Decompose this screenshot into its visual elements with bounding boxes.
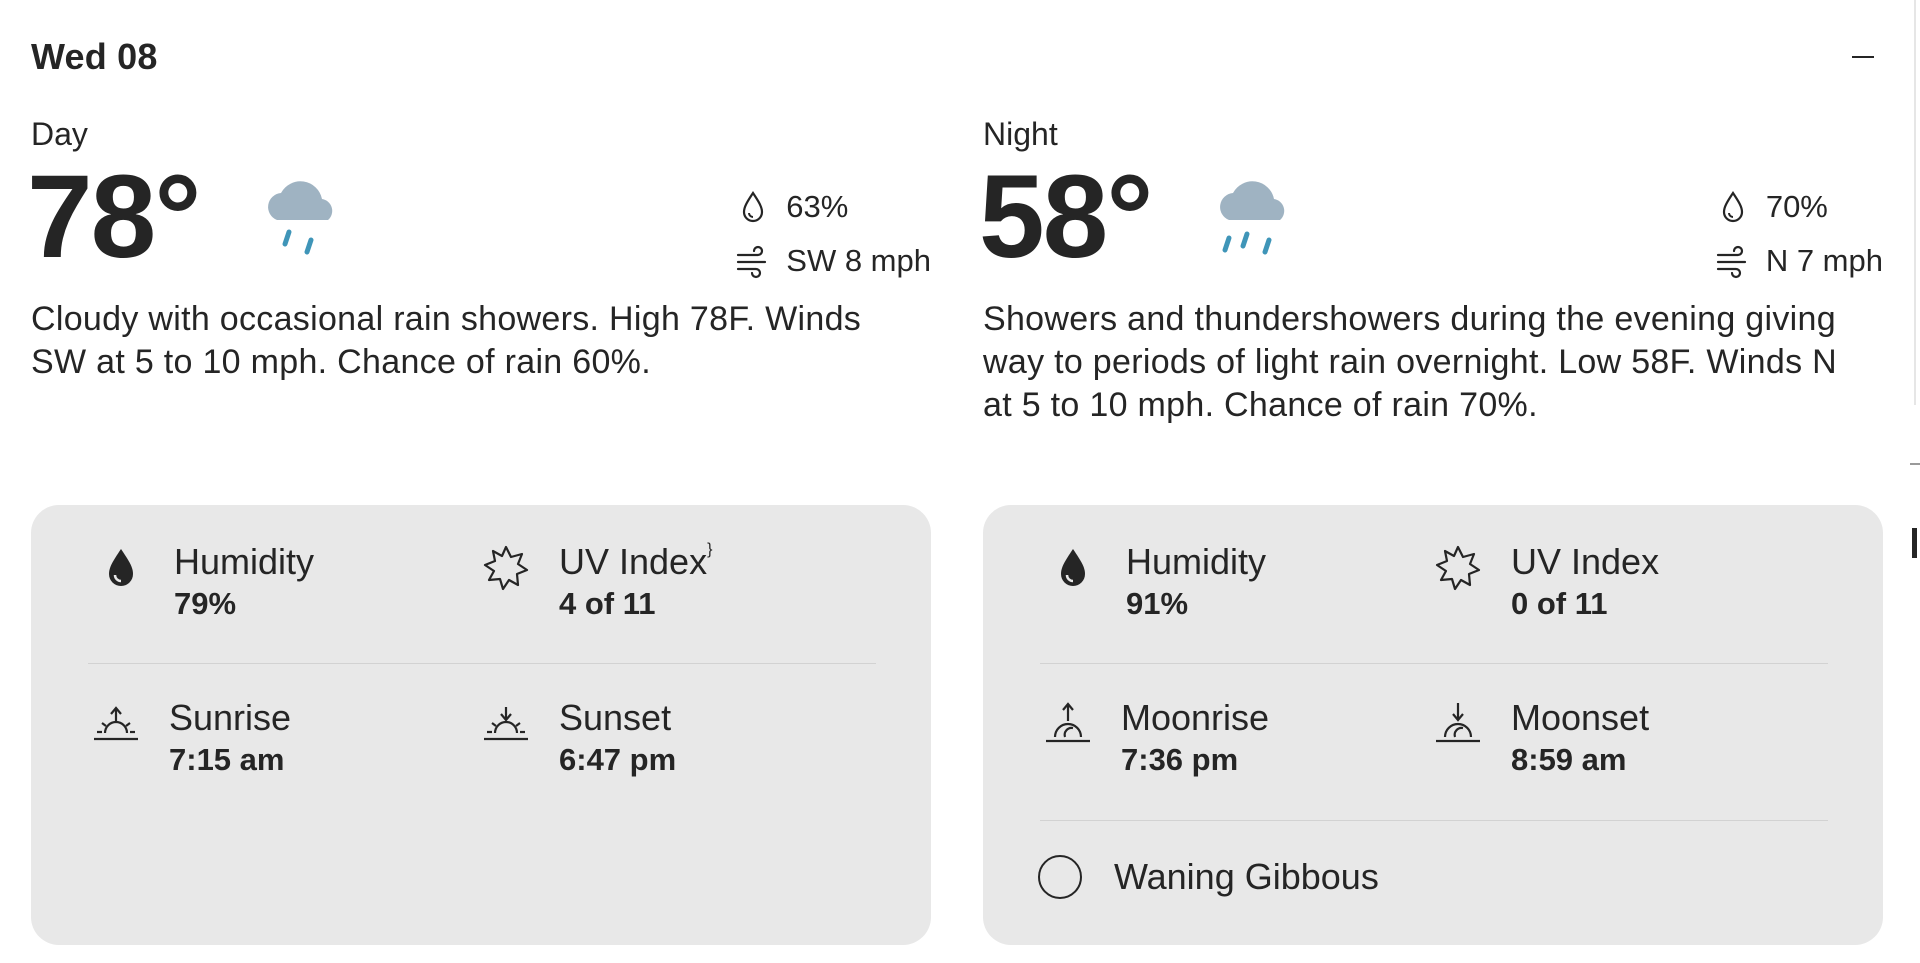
moonrise-value: 7:36 pm (1121, 742, 1239, 777)
night-wind-row: N 7 mph (1714, 234, 1883, 288)
day-wind-value: SW 8 mph (786, 243, 931, 278)
night-section: Night 58° 70% N 7 mph Showers and thunde… (979, 0, 1883, 963)
wind-icon (737, 245, 767, 279)
day-narrative: Cloudy with occasional rain showers. Hig… (31, 300, 862, 381)
edge-divider (1910, 463, 1920, 465)
edge-marker (1912, 528, 1917, 558)
night-humidity: Humidity 91% (1048, 541, 1266, 625)
night-moonset: Moonset 8:59 am (1433, 697, 1649, 781)
raindrop-icon (1722, 191, 1743, 223)
day-sunrise: Sunrise 7:15 am (91, 697, 291, 781)
night-label: Night (983, 116, 1058, 152)
uv-value: 0 of 11 (1511, 586, 1608, 621)
night-uv-index: UV Index 0 of 11 (1433, 541, 1659, 625)
humidity-icon (1061, 549, 1085, 586)
moonset-label: Moonset (1511, 697, 1650, 738)
wind-icon (1716, 245, 1746, 279)
day-section: Day 78° 63% SW 8 mph Cloudy with occasio… (27, 0, 931, 963)
uv-sun-icon (483, 545, 529, 591)
humidity-label: Humidity (174, 541, 315, 582)
humidity-value: 79% (174, 586, 237, 621)
night-moonrise: Moonrise 7:36 pm (1043, 697, 1269, 781)
moonset-icon (1436, 703, 1480, 743)
uv-label: UV Index (1511, 541, 1660, 582)
day-sunset: Sunset 6:47 pm (481, 697, 676, 781)
day-label: Day (31, 116, 88, 152)
moonrise-icon (1046, 702, 1090, 743)
moon-phase-icon (1038, 855, 1082, 899)
day-details-card: Humidity 79% UV Index 4 of 11 } Sunrise … (31, 505, 931, 945)
night-temperature: 58° (979, 151, 1153, 283)
night-details-card: Humidity 91% UV Index 0 of 11 Moonrise 7… (983, 505, 1883, 945)
daily-forecast-panel: Wed 08 Day 78° 63% SW 8 mph Cloudy with … (0, 0, 1920, 963)
day-uv-index: UV Index 4 of 11 } (481, 541, 712, 625)
moonrise-label: Moonrise (1121, 697, 1270, 738)
sunset-value: 6:47 pm (559, 742, 677, 777)
moon-phase-row: Waning Gibbous (1038, 855, 1379, 899)
moon-phase-label: Waning Gibbous (1114, 856, 1379, 897)
day-temperature: 78° (27, 151, 201, 283)
rain-cloud-icon (1220, 181, 1285, 255)
humidity-label: Humidity (1126, 541, 1267, 582)
day-precip-value: 63% (786, 189, 849, 224)
sunset-label: Sunset (559, 697, 672, 738)
details-divider (88, 663, 876, 664)
night-precip-row: 70% (1714, 180, 1883, 234)
uv-label: UV Index (559, 541, 708, 582)
humidity-icon (109, 549, 133, 586)
day-precip-row: 63% (734, 180, 931, 234)
sunrise-label: Sunrise (169, 697, 292, 738)
moonset-value: 8:59 am (1511, 742, 1627, 777)
uv-value: 4 of 11 (559, 586, 656, 621)
humidity-value: 91% (1126, 586, 1189, 621)
day-metrics: 63% SW 8 mph (734, 180, 931, 288)
rain-cloud-icon (268, 181, 333, 255)
sunrise-icon (94, 706, 138, 741)
day-wind-row: SW 8 mph (734, 234, 931, 288)
sunset-icon (484, 707, 528, 741)
details-divider (1040, 820, 1828, 821)
day-humidity: Humidity 79% (96, 541, 314, 625)
scrollbar-track (1914, 0, 1916, 405)
night-narrative: Showers and thundershowers during the ev… (983, 300, 1837, 424)
sunrise-value: 7:15 am (169, 742, 285, 777)
night-wind-value: N 7 mph (1765, 243, 1883, 278)
uv-sun-icon (1435, 545, 1481, 591)
night-metrics: 70% N 7 mph (1714, 180, 1883, 288)
raindrop-icon (743, 191, 764, 223)
details-divider (1040, 663, 1828, 664)
night-precip-value: 70% (1765, 189, 1828, 224)
